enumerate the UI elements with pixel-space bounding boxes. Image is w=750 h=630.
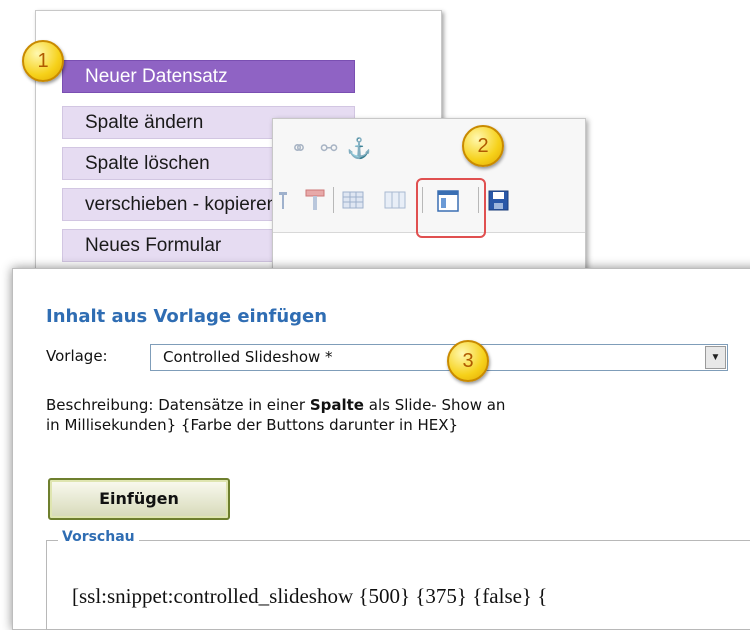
merge-cells-icon[interactable] xyxy=(304,188,326,212)
table-props-icon[interactable] xyxy=(383,188,407,212)
anchor-icon[interactable]: ⚓ xyxy=(346,138,372,162)
callout-3: 3 xyxy=(447,340,489,382)
callout-2: 2 xyxy=(462,125,504,167)
link-icon[interactable]: ⚭ xyxy=(286,138,312,162)
description-suffix: als Slide- Show an xyxy=(363,396,506,414)
menu-item-new-record[interactable]: Neuer Datensatz xyxy=(62,60,355,93)
description-bold: Spalte xyxy=(309,396,364,414)
description-line2: in Millisekunden} {Farbe der Buttons dar… xyxy=(46,416,459,434)
preview-text: [ssl:snippet:controlled_slideshow {500} … xyxy=(72,584,548,608)
description-prefix: Beschreibung: Datensätze in einer xyxy=(46,396,310,414)
template-select[interactable]: Controlled Slideshow * ▼ xyxy=(150,344,728,371)
cell-props-icon[interactable] xyxy=(278,190,288,210)
unlink-icon[interactable]: ⚯ xyxy=(316,138,342,162)
template-select-value: Controlled Slideshow * xyxy=(163,348,333,366)
template-icon-highlight xyxy=(416,178,486,238)
table-icon[interactable] xyxy=(341,188,365,212)
dropdown-arrow-icon[interactable]: ▼ xyxy=(705,346,726,369)
save-icon[interactable] xyxy=(488,190,510,212)
dialog-title: Inhalt aus Vorlage einfügen xyxy=(46,306,328,327)
preview-legend: Vorschau xyxy=(58,529,139,545)
template-label: Vorlage: xyxy=(46,347,108,365)
callout-1: 1 xyxy=(22,40,64,82)
insert-button[interactable]: Einfügen xyxy=(48,478,230,520)
template-description: Beschreibung: Datensätze in einer Spalte… xyxy=(46,395,750,435)
toolbar-separator xyxy=(333,187,334,213)
